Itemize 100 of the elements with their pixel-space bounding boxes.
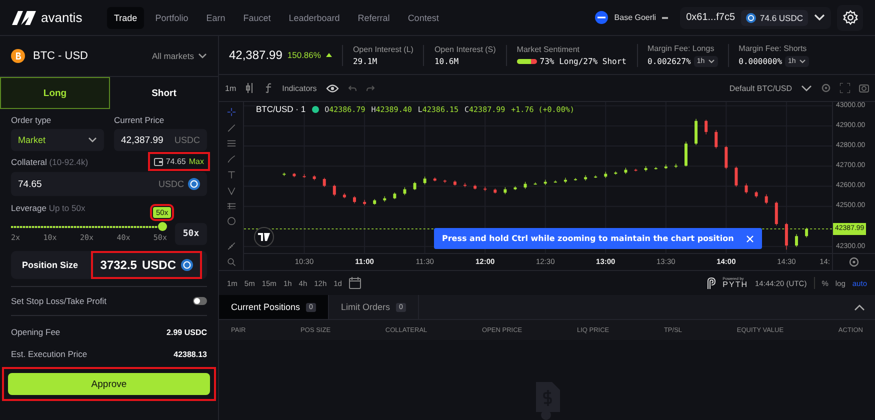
slider-handle[interactable] [158, 222, 167, 231]
chevron-icon [198, 53, 207, 59]
settings-icon[interactable] [849, 257, 859, 267]
bitcoin-icon [11, 49, 25, 63]
nav-link[interactable]: Referral [350, 6, 397, 28]
network-icon [595, 11, 608, 24]
function-icon[interactable] [264, 83, 274, 93]
balance-chip[interactable]: 74.6 USDC [741, 10, 808, 26]
nav-link[interactable]: Contest [400, 6, 446, 28]
max-button[interactable]: Max [188, 157, 204, 166]
wallet-icon [154, 158, 163, 166]
collapse-icon[interactable] [854, 304, 865, 310]
nav-link[interactable]: Earn [199, 6, 232, 28]
layout-button[interactable]: Default BTC/USD [729, 84, 792, 92]
candle [774, 201, 778, 226]
nav-link[interactable]: Trade [107, 6, 144, 28]
stat-label: Margin Fee: Shorts [738, 44, 808, 52]
fee-label: Est. Execution Price [11, 349, 88, 359]
coin-icon [746, 12, 756, 22]
leverage-input[interactable]: 50x [175, 223, 207, 245]
text-icon[interactable] [226, 171, 236, 179]
candle [694, 118, 698, 146]
stat-value: 10.6M [434, 56, 459, 66]
leverage-label: Leverage Up to 50x [11, 203, 86, 213]
candle [342, 192, 346, 199]
balance-text: 74.65 [166, 157, 186, 166]
fullscreen-icon[interactable] [840, 83, 850, 93]
candle [514, 186, 517, 190]
stat-value: 29.1M [352, 56, 378, 66]
nav-link[interactable]: Leaderboard [282, 6, 347, 28]
logo-text: avantis [41, 10, 82, 25]
candle [393, 192, 396, 200]
candle [714, 130, 718, 149]
indicators-button[interactable]: Indicators [282, 84, 317, 92]
ruler-icon[interactable] [226, 202, 236, 210]
status-dot-icon [312, 106, 319, 112]
candle [322, 178, 326, 188]
candle [584, 174, 588, 181]
candle [423, 176, 426, 185]
candle [494, 188, 497, 194]
calendar-icon[interactable] [348, 277, 361, 289]
candles-icon[interactable] [245, 83, 256, 93]
trend-line-icon[interactable] [226, 124, 236, 132]
ruler-icon[interactable] [226, 242, 236, 250]
brush-icon[interactable] [226, 155, 236, 164]
approve-button[interactable]: Approve [8, 373, 210, 395]
stat-label: Market Sentiment [516, 44, 580, 54]
order-type-select[interactable]: Market [11, 129, 104, 151]
side-tab[interactable]: Short [110, 77, 218, 109]
settings-button[interactable] [837, 4, 863, 30]
markets-dropdown[interactable]: All markets [152, 51, 207, 61]
side-tab[interactable]: Long [0, 77, 110, 109]
eye-icon[interactable] [326, 84, 339, 92]
collateral-field[interactable]: 74.65 USDC [11, 172, 207, 196]
toggle-switch[interactable] [193, 297, 207, 305]
zoom-icon[interactable] [226, 258, 236, 266]
coin-icon [188, 178, 200, 190]
settings-icon [842, 10, 858, 25]
chevron-icon [708, 58, 715, 64]
nav-link[interactable]: Portfolio [148, 6, 196, 28]
settings-icon[interactable] [821, 83, 831, 93]
candle [524, 182, 527, 190]
candle [443, 179, 446, 184]
balance-text: 74.6 USDC [760, 12, 803, 22]
candle [373, 198, 376, 206]
wallet-address[interactable]: 0x61...f7c5 [686, 12, 735, 23]
candle [684, 141, 688, 167]
undo-icon[interactable] [348, 84, 357, 92]
field-label: Order type [11, 115, 52, 125]
stat-value: 73% Long/27% Short [540, 56, 626, 66]
candle [744, 183, 748, 194]
candle [464, 182, 466, 188]
candle [282, 172, 286, 176]
candle [312, 174, 316, 180]
nav-link[interactable]: Faucet [236, 6, 278, 28]
candle [574, 178, 577, 181]
stat-label: Open Interest (L) [352, 44, 414, 54]
interval-button[interactable]: 1m [225, 84, 236, 92]
lines-icon[interactable] [226, 140, 236, 148]
camera-icon[interactable] [859, 83, 869, 93]
fee-label: Opening Fee [11, 327, 60, 337]
candle [784, 222, 788, 250]
candle [534, 182, 537, 185]
candle [413, 182, 416, 190]
position-size-value: 3732.5 [100, 258, 137, 272]
caret-icon [662, 16, 668, 18]
candle [724, 146, 728, 170]
network-selector[interactable]: Base Goerli [614, 13, 656, 22]
candle [644, 166, 648, 172]
unit-text: USDC [142, 258, 176, 272]
field-label: Current Price [114, 115, 166, 125]
redo-icon[interactable] [366, 84, 375, 92]
change-text: 150.86% [287, 50, 321, 60]
candle [614, 171, 618, 175]
collateral-label: Collateral (10-92.4k) [11, 156, 88, 166]
crosshair-icon[interactable] [226, 108, 236, 116]
candle [754, 190, 758, 198]
chevron-icon[interactable] [801, 84, 812, 92]
close-icon[interactable] [746, 234, 754, 242]
pattern-icon[interactable] [226, 186, 236, 195]
